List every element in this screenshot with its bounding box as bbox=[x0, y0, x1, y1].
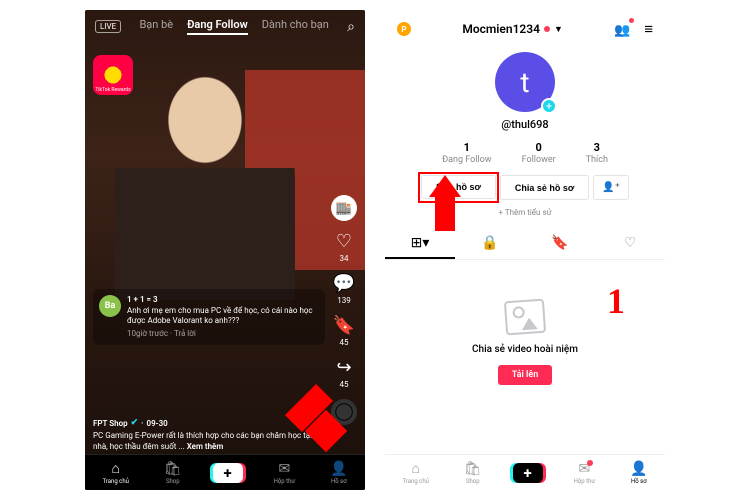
share-button[interactable]: ↪ 45 bbox=[336, 357, 351, 389]
action-rail: 🏬 ♡ 34 💬 139 🔖 45 ↪ 45 bbox=[331, 195, 357, 425]
tab-liked[interactable]: ♡ bbox=[595, 229, 665, 259]
comment-body: Anh ơi mẹ em cho mua PC về để học, có cá… bbox=[127, 306, 319, 327]
nav-inbox[interactable]: ✉ Hộp thư bbox=[270, 459, 300, 487]
nav-home[interactable]: ⌂ Trang chủ bbox=[98, 458, 132, 487]
post-date: 09-30 bbox=[147, 418, 168, 429]
shop-icon: 🛍 bbox=[464, 461, 482, 477]
feed-grid-icon: ⊞▾ bbox=[411, 235, 430, 251]
shop-icon: 🛍 bbox=[164, 461, 182, 477]
username[interactable]: @thul698 bbox=[385, 118, 665, 131]
comment-time: 10giờ trước bbox=[127, 329, 168, 338]
stat-likes[interactable]: 3 Thích bbox=[586, 141, 608, 165]
profile-actions: Sửa hồ sơ Chia sẻ hồ sơ 👤⁺ bbox=[385, 175, 665, 200]
tab-foryou[interactable]: Dành cho bạn bbox=[262, 18, 329, 35]
home-icon: ⌂ bbox=[111, 460, 119, 477]
reply-link[interactable]: Trả lời bbox=[174, 329, 196, 338]
step-number: 1 bbox=[607, 280, 625, 322]
top-bar: LIVE Bạn bè Đang Follow Dành cho bạn ⌕ bbox=[85, 18, 365, 35]
add-user-icon: 👤⁺ bbox=[602, 182, 620, 193]
tab-private[interactable]: 🔒 bbox=[455, 229, 525, 259]
profile-stats: 1 Đang Follow 0 Follower 3 Thích bbox=[385, 141, 665, 165]
video-caption: FPT Shop ✔ · 09-30 PC Gaming E-Power rất… bbox=[93, 417, 325, 452]
content-tabs: ⊞▾ 🔒 🔖 ♡ bbox=[385, 229, 665, 260]
nav-shop[interactable]: 🛍 Shop bbox=[160, 459, 186, 487]
lock-icon: 🔒 bbox=[481, 235, 498, 251]
nav-inbox[interactable]: ✉ Hộp thư bbox=[570, 459, 600, 487]
add-bio-link[interactable]: + Thêm tiểu sử bbox=[385, 208, 665, 217]
commenter-name: 1 + 1 = 3 bbox=[127, 295, 319, 305]
creator-avatar[interactable]: 🏬 bbox=[331, 195, 357, 221]
tab-saved[interactable]: 🔖 bbox=[525, 229, 595, 259]
tab-friends[interactable]: Bạn bè bbox=[139, 18, 173, 35]
p-badge-icon[interactable]: P bbox=[397, 22, 411, 36]
bookmark-tab-icon: 🔖 bbox=[551, 235, 568, 251]
chevron-down-icon: ▼ bbox=[554, 24, 563, 35]
profile-screen: P Mocmien1234 ▼ ≡ t + @thul698 1 Đang Fo… bbox=[385, 10, 665, 490]
heart-icon: ♡ bbox=[336, 231, 352, 252]
bottom-nav: ⌂ Trang chủ 🛍 Shop + ✉ Hộp thư 👤 Hồ sơ bbox=[85, 454, 365, 490]
profile-icon: 👤 bbox=[630, 461, 647, 477]
nav-create[interactable]: + bbox=[513, 463, 543, 483]
bookmark-icon: 🔖 bbox=[333, 315, 355, 336]
bookmark-button[interactable]: 🔖 45 bbox=[333, 315, 355, 347]
profile-name-dropdown[interactable]: Mocmien1234 ▼ bbox=[462, 22, 563, 36]
home-icon: ⌂ bbox=[411, 460, 419, 477]
tab-posts[interactable]: ⊞▾ bbox=[385, 229, 455, 259]
stat-followers[interactable]: 0 Follower bbox=[522, 141, 556, 165]
image-placeholder-icon bbox=[504, 299, 546, 336]
notification-dot bbox=[544, 26, 550, 32]
nav-shop[interactable]: 🛍 Shop bbox=[460, 459, 486, 487]
inbox-icon: ✉ bbox=[578, 461, 590, 477]
comment-button[interactable]: 💬 139 bbox=[333, 273, 355, 305]
nav-profile[interactable]: 👤 Hồ sơ bbox=[326, 459, 351, 487]
menu-icon[interactable]: ≡ bbox=[644, 20, 653, 38]
nav-profile[interactable]: 👤 Hồ sơ bbox=[626, 459, 651, 487]
comment-icon: 💬 bbox=[333, 273, 355, 294]
nav-create[interactable]: + bbox=[213, 463, 243, 483]
featured-comment[interactable]: Ba 1 + 1 = 3 Anh ơi mẹ em cho mua PC về … bbox=[93, 289, 325, 345]
profile-icon: 👤 bbox=[330, 461, 347, 477]
find-friends-icon[interactable] bbox=[614, 20, 632, 38]
add-avatar-icon[interactable]: + bbox=[541, 98, 557, 114]
stat-following[interactable]: 1 Đang Follow bbox=[442, 141, 491, 165]
verified-icon: ✔ bbox=[131, 417, 139, 430]
live-icon[interactable]: LIVE bbox=[95, 20, 121, 33]
see-more[interactable]: Xem thêm bbox=[187, 442, 224, 451]
heart-tab-icon: ♡ bbox=[624, 235, 637, 251]
commenter-avatar[interactable]: Ba bbox=[99, 295, 121, 317]
bottom-nav: ⌂ Trang chủ 🛍 Shop + ✉ Hộp thư 👤 Hồ sơ bbox=[385, 454, 665, 490]
tab-following[interactable]: Đang Follow bbox=[187, 18, 248, 35]
like-button[interactable]: ♡ 34 bbox=[336, 231, 352, 263]
search-icon[interactable]: ⌕ bbox=[347, 19, 355, 35]
profile-avatar[interactable]: t + bbox=[495, 52, 555, 112]
feed-screen: LIVE Bạn bè Đang Follow Dành cho bạn ⌕ T… bbox=[85, 10, 365, 490]
share-profile-button[interactable]: Chia sẻ hồ sơ bbox=[500, 175, 589, 200]
upload-button[interactable]: Tải lên bbox=[498, 365, 553, 385]
rewards-badge[interactable]: TikTok Rewards bbox=[93, 55, 133, 95]
inbox-icon: ✉ bbox=[278, 461, 290, 477]
profile-header: P Mocmien1234 ▼ ≡ bbox=[385, 10, 665, 48]
creator-name[interactable]: FPT Shop ✔ · 09-30 bbox=[93, 417, 168, 430]
add-friends-button[interactable]: 👤⁺ bbox=[593, 175, 629, 200]
nav-home[interactable]: ⌂ Trang chủ bbox=[398, 458, 432, 487]
share-icon: ↪ bbox=[336, 357, 351, 378]
empty-title: Chia sẻ video hoài niệm bbox=[385, 344, 665, 355]
